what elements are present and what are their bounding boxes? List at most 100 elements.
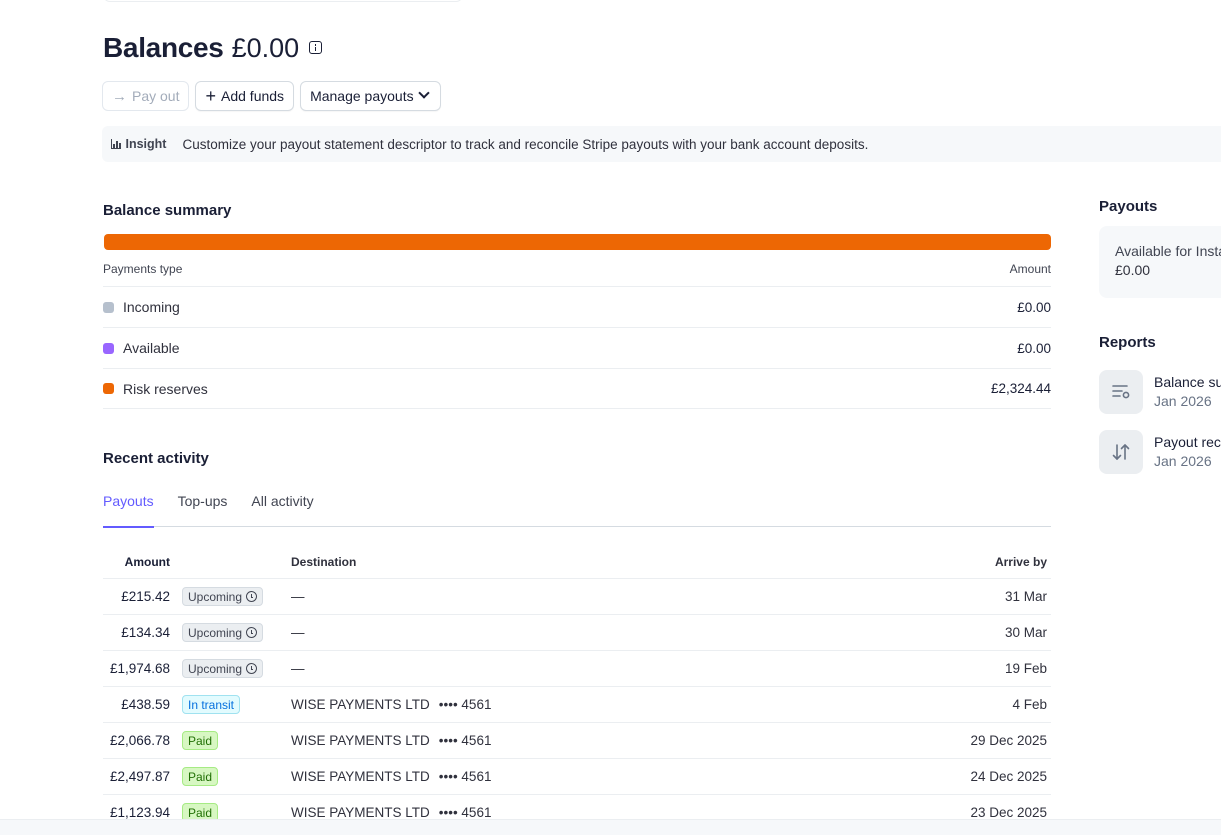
table-row[interactable]: £2,497.87 Paid WISE PAYMENTS LTD •••• 456… xyxy=(103,759,1051,795)
instant-payout-label: Available for Insta xyxy=(1115,243,1221,259)
report-item-payout-reconciliation[interactable]: Payout rec Jan 2026 xyxy=(1099,430,1221,474)
summary-row-label: Incoming xyxy=(123,299,180,315)
report-name: Payout rec xyxy=(1154,434,1221,450)
masked-account: •••• 4561 xyxy=(438,733,492,748)
destination: — xyxy=(291,625,305,640)
payments-type-header: Payments type xyxy=(103,262,183,276)
masked-account: •••• 4561 xyxy=(438,697,492,712)
payouts-table: Amount Destination Arrive by £215.42 Upc… xyxy=(103,546,1051,831)
insight-banner: Insight Customize your payout statement … xyxy=(102,126,1221,162)
plus-icon: + xyxy=(205,86,216,106)
arrive-by: 23 Dec 2025 xyxy=(970,805,1047,820)
amount-column-header: Amount xyxy=(124,555,170,569)
arrow-right-icon: → xyxy=(112,87,127,105)
report-date: Jan 2026 xyxy=(1154,453,1212,469)
clock-icon xyxy=(246,627,258,638)
arrive-by: 19 Feb xyxy=(1004,661,1047,676)
available-color-dot xyxy=(103,342,114,354)
summary-row-incoming: Incoming £0.00 xyxy=(103,286,1051,327)
summary-row-amount: £2,324.44 xyxy=(990,381,1051,396)
arrive-by: 29 Dec 2025 xyxy=(970,733,1047,748)
status-label: Upcoming xyxy=(188,661,243,676)
payout-amount: £215.42 xyxy=(121,589,170,604)
status-label: Upcoming xyxy=(188,589,243,604)
balance-summary-rows: Incoming £0.00 Available £0.00 Risk rese… xyxy=(103,286,1051,409)
recent-activity-title: Recent activity xyxy=(103,450,209,467)
destination: WISE PAYMENTS LTD xyxy=(291,805,430,820)
status-badge: In transit xyxy=(182,695,241,714)
payout-amount: £2,066.78 xyxy=(109,733,170,748)
destination: — xyxy=(291,589,305,604)
clock-icon xyxy=(246,591,258,602)
tab-payouts[interactable]: Payouts xyxy=(103,482,154,528)
insight-badge: Insight xyxy=(111,137,166,151)
table-row[interactable]: £438.59 In transit WISE PAYMENTS LTD ••••… xyxy=(103,687,1051,723)
table-row[interactable]: £2,066.78 Paid WISE PAYMENTS LTD •••• 456… xyxy=(103,723,1051,759)
tab-all-activity[interactable]: All activity xyxy=(251,482,313,527)
payout-amount: £134.34 xyxy=(121,625,170,640)
tab-top-ups[interactable]: Top-ups xyxy=(178,482,228,527)
destination: — xyxy=(291,661,305,676)
pay-out-button[interactable]: → Pay out xyxy=(102,81,190,111)
arrive-by-column-header: Arrive by xyxy=(994,555,1047,569)
horizontal-scrollbar[interactable] xyxy=(0,819,1221,835)
table-row[interactable]: £134.34 Upcoming — 30 Mar xyxy=(103,615,1051,651)
page-title: Balances xyxy=(103,32,224,63)
search-bar-edge[interactable] xyxy=(103,0,463,2)
arrive-by: 24 Dec 2025 xyxy=(970,769,1047,784)
action-buttons: → Pay out + Add funds Manage payouts xyxy=(102,81,441,111)
arrive-by: 4 Feb xyxy=(1012,697,1047,712)
risk-reserves-color-dot xyxy=(103,383,114,394)
pay-out-label: Pay out xyxy=(132,88,180,104)
info-icon[interactable] xyxy=(309,41,323,54)
payout-amount: £1,974.68 xyxy=(109,661,170,676)
summary-row-available: Available £0.00 xyxy=(103,327,1051,368)
summary-row-amount: £0.00 xyxy=(1017,340,1051,356)
destination-column-header: Destination xyxy=(291,555,357,569)
balance-summary-title: Balance summary xyxy=(103,202,232,219)
insight-badge-label: Insight xyxy=(125,137,167,151)
payouts-side-title: Payouts xyxy=(1099,198,1158,215)
status-badge: Paid xyxy=(182,731,219,750)
table-row[interactable]: £1,974.68 Upcoming — 19 Feb xyxy=(103,651,1051,687)
destination: WISE PAYMENTS LTD xyxy=(291,697,430,712)
add-funds-label: Add funds xyxy=(221,88,285,104)
clock-icon xyxy=(246,663,258,674)
report-name: Balance su xyxy=(1154,374,1221,390)
payout-amount: £438.59 xyxy=(121,697,170,712)
instant-payout-amount: £0.00 xyxy=(1115,262,1151,278)
arrows-up-down-icon xyxy=(1099,430,1143,474)
payouts-table-header: Amount Destination Arrive by xyxy=(103,546,1051,579)
masked-account: •••• 4561 xyxy=(438,805,492,820)
report-date: Jan 2026 xyxy=(1154,393,1212,409)
add-funds-button[interactable]: + Add funds xyxy=(195,81,295,111)
insight-text: Customize your payout statement descript… xyxy=(182,136,869,152)
table-row[interactable]: £215.42 Upcoming — 31 Mar xyxy=(103,579,1051,615)
summary-row-label: Available xyxy=(123,340,180,356)
status-badge: Paid xyxy=(182,767,219,786)
reports-title: Reports xyxy=(1099,334,1156,351)
manage-payouts-button[interactable]: Manage payouts xyxy=(300,81,441,111)
arrive-by: 30 Mar xyxy=(1004,625,1047,640)
status-badge: Upcoming xyxy=(182,659,264,678)
summary-row-risk-reserves: Risk reserves £2,324.44 xyxy=(103,368,1051,409)
list-filter-icon xyxy=(1099,370,1143,414)
masked-account: •••• 4561 xyxy=(438,769,492,784)
instant-payout-card[interactable]: Available for Insta £0.00 xyxy=(1099,226,1221,298)
destination: WISE PAYMENTS LTD xyxy=(291,769,430,784)
balance-summary-header: Payments type Amount xyxy=(103,262,1051,276)
summary-row-label: Risk reserves xyxy=(123,380,208,397)
bar-chart-icon xyxy=(111,139,121,149)
summary-row-amount: £0.00 xyxy=(1017,299,1051,315)
balance-total: £0.00 xyxy=(231,33,300,63)
status-badge: Upcoming xyxy=(182,623,264,642)
destination: WISE PAYMENTS LTD xyxy=(291,733,430,748)
payout-amount: £1,123.94 xyxy=(109,805,170,820)
status-label: Upcoming xyxy=(188,625,243,640)
activity-tabs: Payouts Top-ups All activity xyxy=(103,482,1051,528)
chevron-down-icon xyxy=(417,87,430,99)
report-item-balance-summary[interactable]: Balance su Jan 2026 xyxy=(1099,370,1221,414)
arrive-by: 31 Mar xyxy=(1004,589,1047,604)
incoming-color-dot xyxy=(103,301,114,313)
balance-summary-bar xyxy=(104,234,1051,250)
